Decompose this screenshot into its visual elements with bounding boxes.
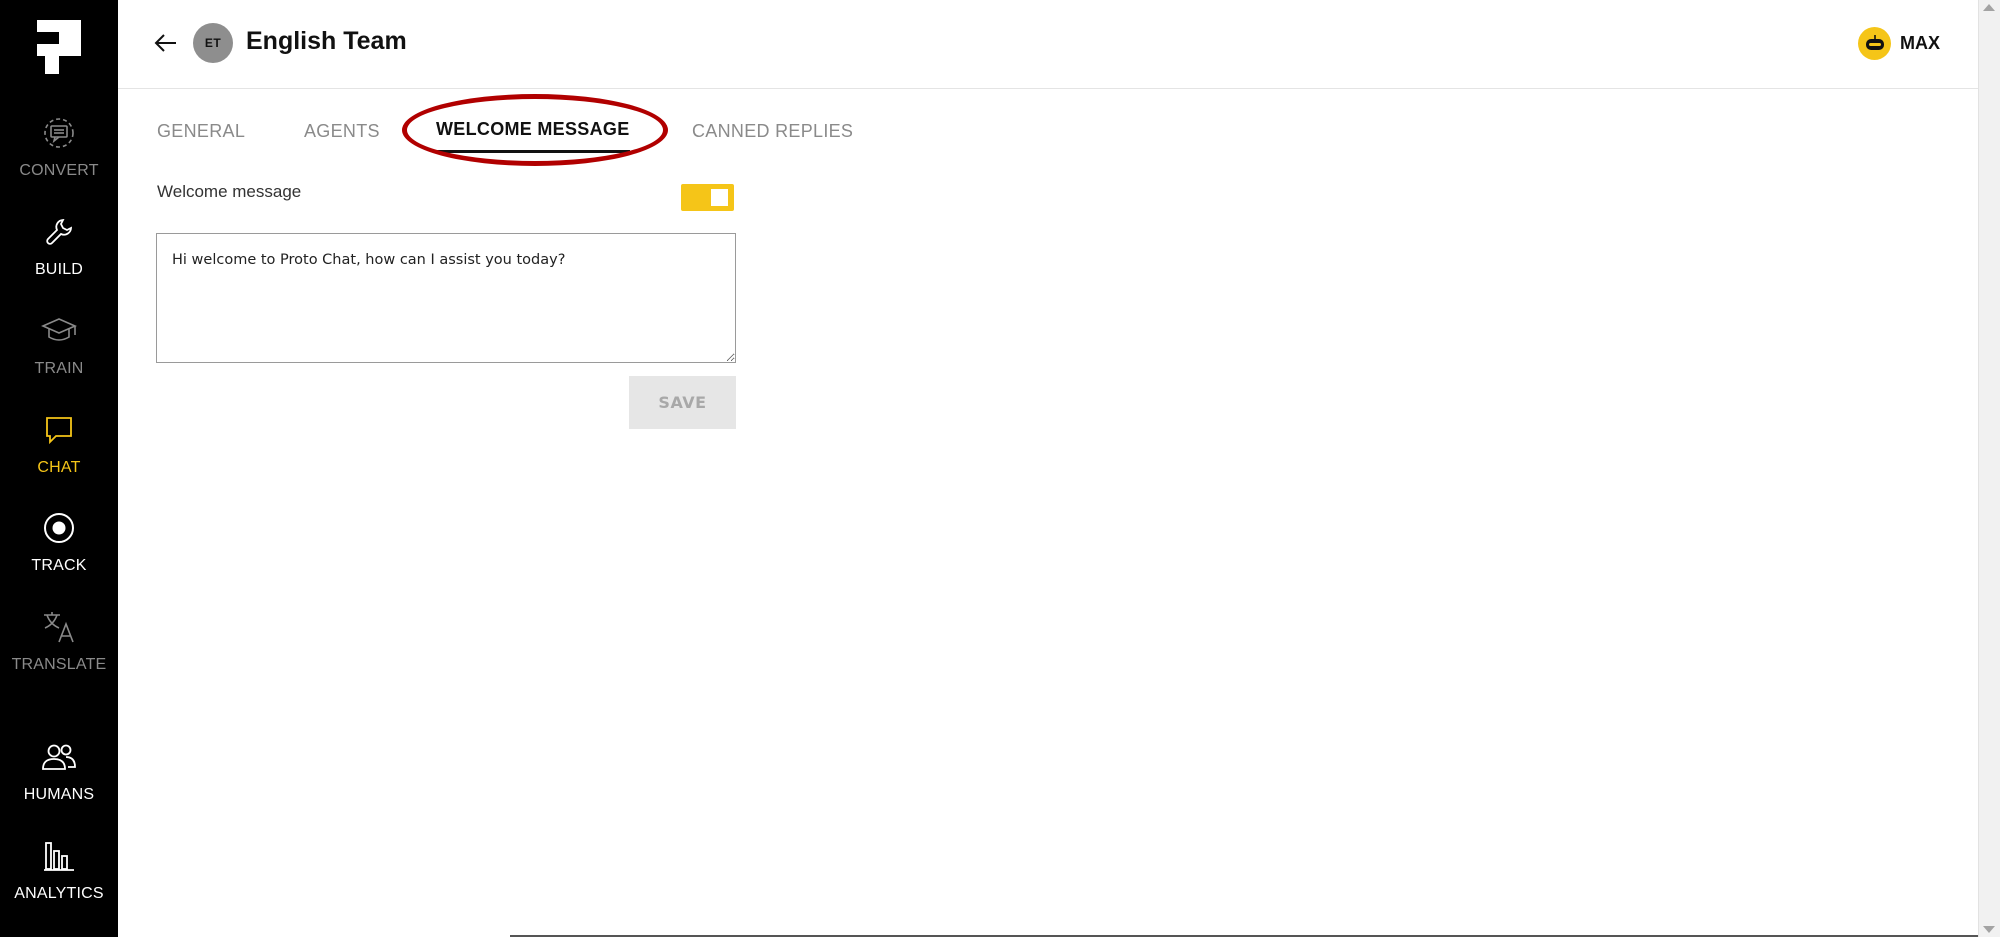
welcome-message-label: Welcome message [157, 182, 302, 201]
sidebar-item-train[interactable]: TRAIN [0, 312, 118, 402]
scroll-up-arrow-icon[interactable] [1983, 4, 1995, 11]
tab-welcome-message[interactable]: WELCOME MESSAGE [436, 119, 630, 153]
translate-icon [40, 608, 78, 646]
tab-general[interactable]: GENERAL [157, 121, 245, 152]
bot-avatar-icon [1858, 27, 1891, 60]
tab-agents[interactable]: AGENTS [304, 121, 380, 152]
sidebar-item-label: ANALYTICS [14, 885, 104, 902]
sidebar-item-build[interactable]: BUILD [0, 213, 118, 303]
sidebar-item-translate[interactable]: TRANSLATE [0, 608, 118, 698]
back-arrow-icon[interactable] [152, 29, 180, 57]
page-scrollbar[interactable] [1978, 0, 2000, 937]
tab-canned-replies[interactable]: CANNED REPLIES [692, 121, 853, 152]
page-header: ET English Team MAX [118, 0, 1978, 89]
sidebar-item-track[interactable]: TRACK [0, 509, 118, 599]
welcome-message-input[interactable]: Hi welcome to Proto Chat, how can I assi… [156, 233, 736, 363]
chat-bubble-icon [40, 411, 78, 449]
sidebar-item-label: CONVERT [19, 162, 99, 179]
user-name: MAX [1900, 33, 1940, 53]
page-title: English Team [246, 27, 407, 55]
scroll-down-arrow-icon[interactable] [1983, 926, 1995, 933]
bar-chart-icon [40, 837, 78, 875]
sidebar-item-label: TRACK [31, 557, 87, 574]
proto-logo-icon[interactable] [37, 20, 81, 74]
welcome-message-toggle[interactable] [681, 184, 734, 211]
toggle-knob [711, 189, 728, 206]
chat-convert-icon [40, 114, 78, 152]
sidebar-item-label: TRAIN [34, 360, 84, 377]
graduation-cap-icon [40, 312, 78, 350]
save-button[interactable]: SAVE [629, 376, 736, 429]
sidebar-item-label: TRANSLATE [11, 656, 107, 673]
team-avatar: ET [193, 23, 233, 63]
sidebar-item-label: BUILD [34, 261, 84, 278]
sidebar: CONVERT BUILD TRAIN CHAT TRACK TRANSLATE… [0, 0, 118, 937]
sidebar-item-analytics[interactable]: ANALYTICS [0, 837, 118, 927]
sidebar-item-label: CHAT [37, 459, 81, 476]
wrench-icon [40, 213, 78, 251]
people-icon [40, 738, 78, 776]
user-menu[interactable]: MAX [1858, 27, 1940, 60]
sidebar-item-label: HUMANS [23, 786, 95, 803]
sidebar-item-convert[interactable]: CONVERT [0, 114, 118, 204]
target-icon [40, 509, 78, 547]
sidebar-item-humans[interactable]: HUMANS [0, 738, 118, 828]
sidebar-item-chat[interactable]: CHAT [0, 411, 118, 501]
